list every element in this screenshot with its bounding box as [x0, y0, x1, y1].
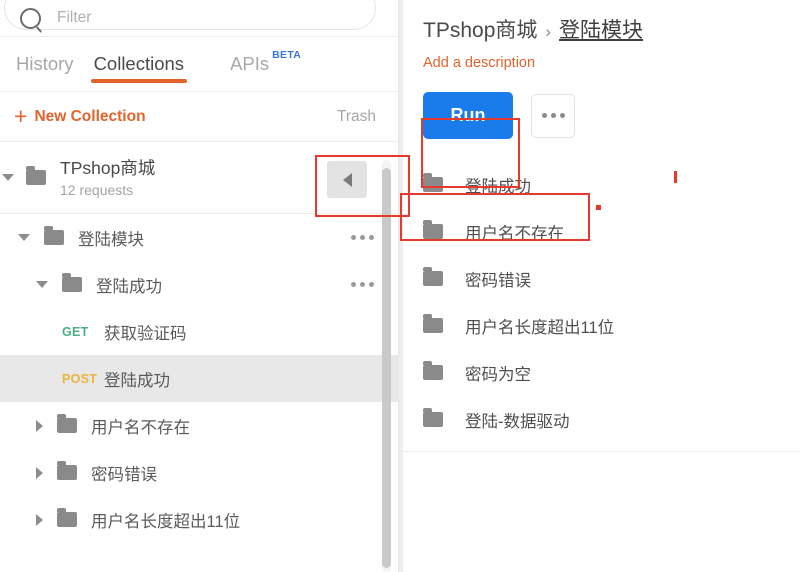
- tree-item-request-dengluchenggong[interactable]: POST 登陆成功: [0, 355, 398, 402]
- folder-row-mimaweikong[interactable]: 密码为空: [399, 349, 800, 396]
- folder-icon: [44, 226, 64, 245]
- method-badge-post: POST: [62, 371, 98, 386]
- folder-row-yonghumingbucunzai[interactable]: 用户名不存在: [399, 208, 800, 255]
- search-input[interactable]: [57, 9, 317, 27]
- tree-item-request-huoquyanzhengma[interactable]: GET 获取验证码: [0, 308, 398, 355]
- tree-item-label: 获取验证码: [104, 324, 187, 343]
- caret-right-icon[interactable]: [36, 513, 43, 526]
- run-button[interactable]: Run: [423, 92, 513, 139]
- tab-history[interactable]: History: [6, 37, 84, 91]
- tree-item-folder-mimacuowu[interactable]: 密码错误: [0, 449, 398, 496]
- tree-item-folder-yonghumingchangdu[interactable]: 用户名长度超出11位: [0, 496, 398, 543]
- collections-toolbar: + New Collection Trash: [0, 92, 398, 142]
- folder-icon: [57, 508, 77, 527]
- folder-icon: [423, 361, 443, 380]
- tree-item-label: 密码错误: [91, 465, 157, 484]
- folder-list: 登陆成功 用户名不存在 密码错误 用户名长度超出11位 密码为空 登陆-数据驱动: [399, 161, 800, 452]
- folder-icon: [423, 173, 443, 192]
- new-collection-label: New Collection: [34, 107, 146, 125]
- tab-collections-label: Collections: [93, 53, 185, 74]
- folder-row-label: 用户名长度超出11位: [465, 318, 615, 337]
- more-horizontal-icon[interactable]: [351, 235, 374, 240]
- breadcrumb: TPshop商城 › 登陆模块: [399, 0, 800, 44]
- folder-row-label: 登陆成功: [465, 177, 531, 196]
- folder-icon: [57, 414, 77, 433]
- caret-right-icon[interactable]: [36, 419, 43, 432]
- search-bar: [0, 0, 398, 37]
- folder-row-label: 用户名不存在: [465, 224, 564, 243]
- plus-icon: +: [14, 103, 28, 129]
- sidebar-tabs: History Collections APIs BETA: [0, 37, 398, 92]
- beta-badge: BETA: [272, 49, 302, 61]
- caret-down-icon[interactable]: [18, 234, 30, 241]
- collection-request-count: 12 requests: [60, 182, 134, 199]
- folder-icon: [62, 273, 82, 292]
- sidebar: History Collections APIs BETA + New Coll…: [0, 0, 399, 572]
- add-description-link[interactable]: Add a description: [423, 55, 535, 71]
- tree-item-folder-denglumokuai[interactable]: 登陆模块: [0, 214, 398, 261]
- tab-apis[interactable]: APIs BETA: [220, 37, 311, 91]
- folder-row-dengluchenggong[interactable]: 登陆成功: [399, 161, 800, 208]
- tree-item-label: 用户名长度超出11位: [91, 512, 241, 531]
- method-badge-get: GET: [62, 324, 89, 339]
- caret-right-icon[interactable]: [36, 466, 43, 479]
- folder-open-icon: [26, 166, 46, 185]
- main-panel-scrollbar[interactable]: [399, 0, 403, 572]
- new-collection-button[interactable]: + New Collection: [14, 105, 146, 128]
- folder-icon: [423, 408, 443, 427]
- folder-icon: [57, 461, 77, 480]
- trash-button[interactable]: Trash: [337, 108, 376, 126]
- folder-row-yonghumingchangdu[interactable]: 用户名长度超出11位: [399, 302, 800, 349]
- folder-row-label: 登陆-数据驱动: [465, 412, 570, 431]
- collapse-sidebar-button[interactable]: [327, 161, 367, 198]
- folder-icon: [423, 314, 443, 333]
- trash-label: Trash: [336, 107, 376, 125]
- tree-item-folder-yonghumingbucunzai[interactable]: 用户名不存在: [0, 402, 398, 449]
- breadcrumb-current[interactable]: 登陆模块: [559, 14, 643, 44]
- chevron-left-icon: [342, 172, 352, 187]
- tab-apis-label: APIs: [230, 53, 270, 74]
- tree-item-label: 登陆成功: [96, 277, 162, 296]
- tree-item-label: 用户名不存在: [91, 418, 190, 437]
- caret-down-icon[interactable]: [2, 174, 14, 181]
- sidebar-scrollbar-thumb[interactable]: [382, 168, 391, 568]
- folder-list-divider: [399, 451, 800, 452]
- postman-window: History Collections APIs BETA + New Coll…: [0, 0, 800, 572]
- folder-row-label: 密码为空: [465, 365, 531, 384]
- tree-item-label: 登陆成功: [104, 371, 170, 390]
- folder-icon: [423, 220, 443, 239]
- collection-title: TPshop商城: [60, 157, 156, 178]
- tab-collections[interactable]: Collections: [84, 37, 195, 91]
- breadcrumb-separator: ›: [545, 22, 552, 41]
- folder-row-denglushujuqudong[interactable]: 登陆-数据驱动: [399, 396, 800, 443]
- caret-down-icon[interactable]: [36, 281, 48, 288]
- folder-icon: [423, 267, 443, 286]
- collection-tree: 登陆模块 登陆成功 GET 获取验证码 POST 登陆成功 用户名不存在 密码错…: [0, 214, 398, 543]
- main-panel: TPshop商城 › 登陆模块 Add a description Run 登陆…: [399, 0, 800, 572]
- search-icon: [20, 7, 41, 29]
- tab-history-label: History: [16, 53, 74, 74]
- tree-item-folder-denglúchenggong[interactable]: 登陆成功: [0, 261, 398, 308]
- tree-item-label: 登陆模块: [78, 230, 144, 249]
- folder-row-mimacuowu[interactable]: 密码错误: [399, 255, 800, 302]
- folder-row-label: 密码错误: [465, 271, 531, 290]
- breadcrumb-root[interactable]: TPshop商城: [423, 14, 537, 44]
- more-options-button[interactable]: [531, 93, 575, 138]
- more-horizontal-icon[interactable]: [351, 282, 374, 287]
- action-row: Run: [423, 92, 800, 139]
